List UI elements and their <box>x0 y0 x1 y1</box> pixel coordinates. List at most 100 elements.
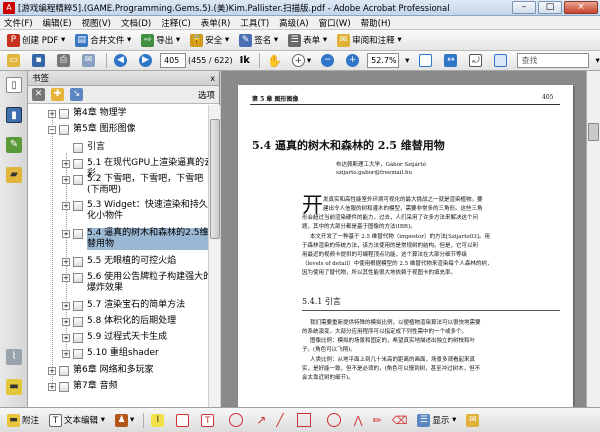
minimize-button[interactable]: – <box>512 1 536 14</box>
menu-view[interactable]: 视图(V) <box>82 17 111 29</box>
bookmark-5-3[interactable]: +5.3 Widget：快速渲染和持久化小物件 <box>62 200 208 222</box>
bookmarks-icon[interactable]: ▮ <box>6 107 22 123</box>
menu-comments[interactable]: 注释(C) <box>161 17 191 29</box>
export-button[interactable]: ⇨ 导出 ▾ <box>137 32 184 49</box>
document-scrollbar[interactable] <box>586 71 600 407</box>
comments-icon[interactable]: ▬ <box>6 379 22 395</box>
expand-toggle[interactable]: + <box>62 230 70 238</box>
pencil-button[interactable]: ✏ <box>369 412 386 429</box>
polygon-line-button[interactable]: ⋀ <box>350 412 367 429</box>
show-comments-button[interactable]: ☰ 显示 ▾ <box>413 412 460 429</box>
zoom-dropdown[interactable]: ▾ <box>401 52 413 69</box>
bookmarks-scrollbar[interactable] <box>208 105 220 407</box>
menu-document[interactable]: 文档(D) <box>121 17 151 29</box>
sticky-note-button[interactable]: ▬ 附注 <box>3 412 43 429</box>
combine-files-button[interactable]: ▤ 合并文件 ▾ <box>71 32 135 49</box>
rectangle-button[interactable] <box>290 412 318 429</box>
next-page-button[interactable]: ▶ <box>135 52 158 69</box>
close-panel-icon[interactable]: x <box>210 74 215 83</box>
comment-list-button[interactable]: ✉ <box>462 412 485 429</box>
select-text-tool[interactable]: Ik <box>236 52 254 69</box>
new-bookmark-icon[interactable]: ✚ <box>51 88 64 101</box>
cloud-button[interactable] <box>222 412 250 429</box>
create-pdf-button[interactable]: P 创建 PDF ▾ <box>3 32 69 49</box>
expand-bookmark-icon[interactable]: ↘ <box>70 88 83 101</box>
bookmark-5-7[interactable]: +5.7 渲染宝石的简单方法 <box>62 300 208 311</box>
textbox-button[interactable]: T <box>197 412 220 429</box>
forms-button[interactable]: ☰ 表单 ▾ <box>284 32 331 49</box>
zoom-tool[interactable]: + ▾ <box>288 52 315 69</box>
bookmark-5-2[interactable]: +5.2 下雪吧，下雪吧，下雪吧(下雨吧) <box>62 174 208 196</box>
bookmark-chapter-6[interactable]: + 第6章 网络和多玩家 <box>48 365 203 376</box>
expand-toggle[interactable]: + <box>62 350 70 358</box>
menu-forms[interactable]: 表单(R) <box>201 17 231 29</box>
menu-file[interactable]: 文件(F) <box>4 17 33 29</box>
expand-toggle[interactable]: + <box>62 334 70 342</box>
menu-edit[interactable]: 编辑(E) <box>43 17 72 29</box>
menu-tools[interactable]: 工具(T) <box>240 17 269 29</box>
bookmark-chapter-5[interactable]: − 第5章 图形图像 <box>48 124 203 135</box>
bookmark-5-9[interactable]: +5.9 过程式天卡生成 <box>62 332 208 343</box>
expand-toggle[interactable]: + <box>62 258 70 266</box>
email-button[interactable]: ✉ <box>78 52 101 69</box>
scrollbar-thumb[interactable] <box>588 123 599 141</box>
signatures-icon[interactable]: ✎ <box>6 137 22 153</box>
expand-toggle[interactable]: + <box>48 383 56 391</box>
bookmark-5-4-selected[interactable]: +5.4 逼真的树木和森林的2.5维替用物 <box>62 228 208 250</box>
bookmark-5-10[interactable]: +5.10 重组shader <box>62 348 208 359</box>
scrollbar-thumb[interactable] <box>210 119 220 239</box>
page-layout-button[interactable] <box>490 52 513 69</box>
expand-toggle[interactable]: + <box>48 367 56 375</box>
eraser-button[interactable]: ⌫ <box>388 412 412 429</box>
text-edit-button[interactable]: T 文本编辑 ▾ <box>45 412 109 429</box>
review-comment-button[interactable]: ✉ 审阅和注释 ▾ <box>333 32 405 49</box>
fit-width-button[interactable]: ↔ <box>440 52 463 69</box>
close-button[interactable]: × <box>564 1 598 14</box>
options-menu[interactable]: 选项 <box>198 89 215 101</box>
bookmark-chapter-4[interactable]: + 第4章 物理学 <box>48 108 203 119</box>
zoom-out-button[interactable]: − <box>317 52 340 69</box>
save-button[interactable]: ▪ <box>28 52 51 69</box>
previous-page-button[interactable]: ◀ <box>110 52 133 69</box>
menu-window[interactable]: 窗口(W) <box>319 17 351 29</box>
bookmark-introduction[interactable]: 引言 <box>73 142 208 153</box>
attachments-icon[interactable]: ▰ <box>6 167 22 183</box>
zoom-level-input[interactable]: 52.7% <box>367 53 400 68</box>
expand-toggle[interactable]: + <box>62 274 70 282</box>
expand-toggle[interactable]: + <box>62 318 70 326</box>
search-dropdown[interactable]: ▾ <box>591 52 600 69</box>
bookmark-5-5[interactable]: +5.5 无眼植的可控火焰 <box>62 256 208 267</box>
paperclip-icon[interactable]: ⌇ <box>6 349 22 365</box>
expand-toggle[interactable]: + <box>48 110 56 118</box>
expand-toggle[interactable]: + <box>62 176 70 184</box>
bookmark-5-8[interactable]: +5.8 体积化的后期处理 <box>62 316 208 327</box>
oval-button[interactable] <box>320 412 348 429</box>
line-button[interactable]: ╱ <box>272 412 287 429</box>
delete-bookmark-icon[interactable]: ✕ <box>32 88 45 101</box>
secure-button[interactable]: 🔒 安全 ▾ <box>186 32 233 49</box>
sign-button[interactable]: ✎ 签名 ▾ <box>235 32 282 49</box>
rotate-button[interactable]: ⤾ <box>465 52 488 69</box>
expand-toggle[interactable]: + <box>62 302 70 310</box>
menu-help[interactable]: 帮助(H) <box>361 17 391 29</box>
bookmark-chapter-7[interactable]: + 第7章 音频 <box>48 381 203 392</box>
zoom-in-button[interactable]: + <box>342 52 365 69</box>
expand-toggle[interactable]: + <box>62 160 70 168</box>
stamp-button[interactable]: ♟ ▾ <box>111 412 138 429</box>
open-button[interactable]: ▭ <box>3 52 26 69</box>
page-number-input[interactable]: 405 <box>160 53 186 68</box>
search-input[interactable]: 查找 <box>517 53 590 68</box>
collapse-toggle[interactable]: − <box>48 126 56 134</box>
expand-toggle[interactable]: + <box>62 202 70 210</box>
arrow-button[interactable]: ↗ <box>252 412 270 429</box>
hand-tool[interactable]: ✋ <box>263 52 286 69</box>
pages-icon[interactable]: ▯ <box>6 77 22 93</box>
highlight-button[interactable]: I <box>147 412 170 429</box>
menu-advanced[interactable]: 高级(A) <box>279 17 308 29</box>
callout-button[interactable] <box>172 412 195 429</box>
fit-page-button[interactable] <box>415 52 438 69</box>
print-button[interactable]: ⎙ <box>53 52 76 69</box>
bookmark-5-6[interactable]: +5.6 使用公告牌粒子构建强大的爆炸效果 <box>62 272 208 294</box>
maximize-button[interactable]: □ <box>538 1 562 14</box>
section-title: 5.4 逼真的树木和森林的 2.5 维替用物 <box>252 139 445 152</box>
